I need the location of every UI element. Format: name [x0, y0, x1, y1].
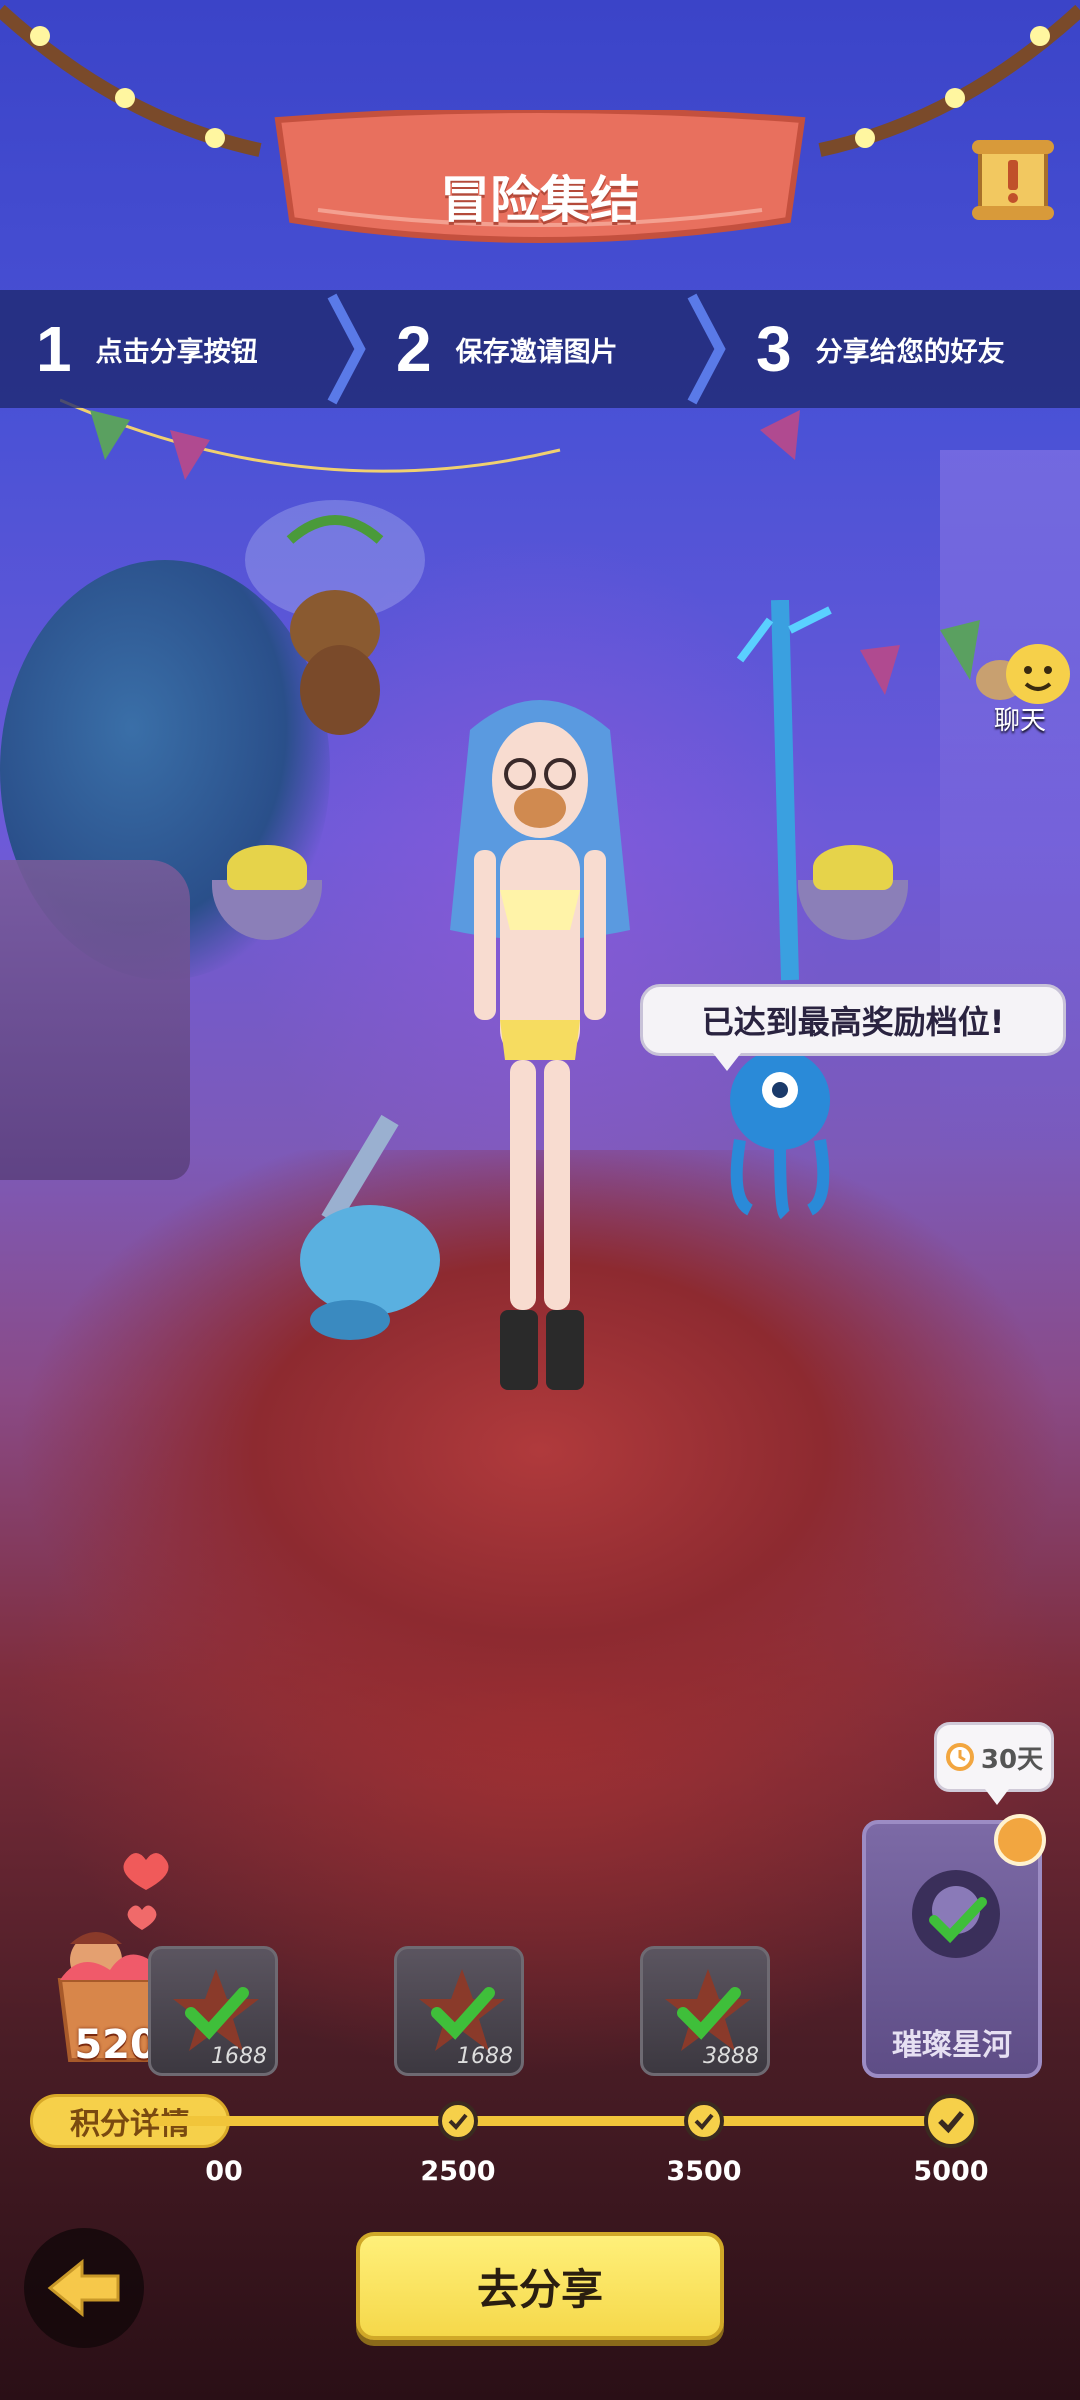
check-icon	[694, 2113, 714, 2130]
reward-tile[interactable]: 1688	[148, 1946, 278, 2076]
milestone-label: 00	[205, 2156, 243, 2187]
scroll-icon	[972, 140, 1054, 220]
milestone-label: 3500	[666, 2156, 742, 2187]
blue-creature-pet	[300, 1114, 440, 1340]
progress-node	[684, 2101, 724, 2141]
step-label: 保存邀请图片	[455, 336, 618, 368]
final-reward-name: 璀璨星河	[892, 2028, 1012, 2063]
page-title: 冒险集结	[440, 171, 640, 229]
clock-icon	[945, 1743, 974, 1771]
reward-count: 3888	[703, 2044, 759, 2069]
progress-track	[150, 2116, 950, 2126]
octopus-staff-pet	[730, 600, 832, 1220]
share-button[interactable]: 去分享	[356, 2232, 724, 2340]
notice-scroll-button[interactable]	[968, 134, 1058, 226]
claimed-check-icon	[173, 1969, 259, 2051]
step-number: 1	[36, 313, 72, 385]
step-3: 3 分享给您的好友	[720, 290, 1080, 408]
milestone-label: 2500	[420, 2156, 496, 2187]
stone-pot-decoration	[0, 860, 190, 1180]
step-1: 1 点击分享按钮	[0, 290, 366, 408]
step-label: 分享给您的好友	[815, 336, 1005, 368]
duration-label: 30天	[980, 1744, 1044, 1775]
milestone-label: 5000	[913, 2156, 989, 2187]
reward-count: 1688	[457, 2044, 513, 2069]
check-icon	[448, 2113, 468, 2130]
back-button[interactable]	[24, 2228, 144, 2348]
step-number: 2	[396, 313, 432, 385]
time-limited-badge-icon	[994, 1814, 1046, 1866]
flying-seed-pet	[245, 500, 425, 735]
check-icon	[938, 2111, 965, 2134]
max-tier-speech-bubble: 已达到最高奖励档位!	[640, 984, 1066, 1071]
progress-node-final	[924, 2094, 978, 2148]
back-arrow-icon	[47, 2258, 120, 2318]
claimed-check-icon	[665, 1969, 751, 2051]
galaxy-reward-icon	[912, 1870, 1000, 1958]
duration-bubble: 30天	[934, 1722, 1054, 1805]
share-steps-bar: 1 点击分享按钮 2 保存邀请图片 3 分享给您的好友	[0, 290, 1080, 408]
progress-node	[438, 2101, 478, 2141]
reward-tile[interactable]: 1688	[394, 1946, 524, 2076]
reward-count: 1688	[211, 2044, 267, 2069]
chat-label: 聊天	[993, 706, 1046, 736]
reward-tile[interactable]: 3888	[640, 1946, 770, 2076]
step-2: 2 保存邀请图片	[360, 290, 726, 408]
step-label: 点击分享按钮	[95, 336, 258, 368]
bunting-flags-decoration	[60, 398, 980, 695]
claimed-check-icon	[419, 1969, 505, 2051]
step-number: 3	[756, 313, 792, 385]
